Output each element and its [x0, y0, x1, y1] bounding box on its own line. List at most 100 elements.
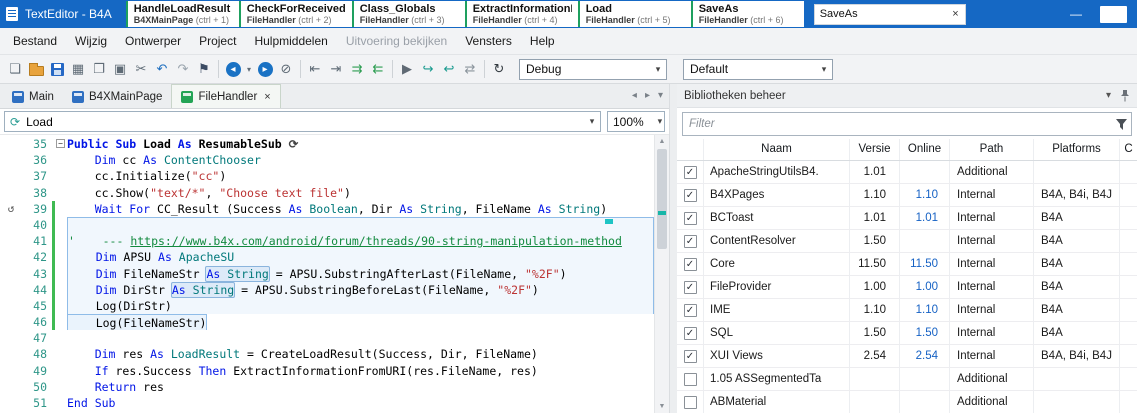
column-header-online[interactable]: Online [899, 139, 949, 160]
column-header-platforms[interactable]: Platforms [1033, 139, 1119, 160]
code-line[interactable]: 42 Dim APSU As ApacheSU [0, 249, 654, 266]
clear-bookmarks-button[interactable]: ⊘ [276, 59, 296, 79]
library-online-version[interactable]: 1.00 [899, 276, 949, 298]
minimize-button[interactable]: — [1060, 7, 1092, 21]
copy-button[interactable]: ❐ [89, 59, 109, 79]
undo-button[interactable]: ↶ [152, 59, 172, 79]
outdent-button[interactable]: ⇤ [305, 59, 325, 79]
library-filter-input[interactable] [683, 118, 1116, 130]
library-online-version[interactable]: 1.10 [899, 299, 949, 321]
menu-item-ontwerper[interactable]: Ontwerper [116, 30, 190, 52]
bookmark-button[interactable]: ⚑ [194, 59, 214, 79]
code-line[interactable]: 44 Dim DirStr As String = APSU.Substring… [0, 281, 654, 298]
column-header-path[interactable]: Path [949, 139, 1033, 160]
menu-item-help[interactable]: Help [521, 30, 564, 52]
code-line[interactable]: 50 Return res [0, 379, 654, 395]
pin-icon[interactable] [1120, 89, 1130, 102]
close-tab-icon[interactable]: × [264, 91, 270, 103]
library-checkbox[interactable]: ✓ [683, 188, 697, 202]
column-header-naam[interactable]: Naam [703, 139, 849, 160]
navigate-back-button[interactable]: ◂ [223, 59, 243, 79]
library-checkbox[interactable] [683, 395, 697, 409]
maximize-button[interactable] [1100, 5, 1127, 23]
library-row[interactable]: ✓ XUI Views 2.54 2.54 Internal B4A, B4i, B4J [677, 345, 1137, 368]
column-header-versie[interactable]: Versie [849, 139, 899, 160]
code-line[interactable]: 35− Public Sub Load As ResumableSub ⟳ [0, 136, 654, 152]
doc-tab-b4xmainpage[interactable]: B4XMainPage [63, 86, 172, 108]
menu-item-uitvoering-bekijken[interactable]: Uitvoering bekijken [337, 30, 456, 52]
code-line[interactable]: 46 Log(FileNameStr) [0, 314, 654, 331]
column-header-c[interactable]: C [1119, 139, 1137, 160]
code-line[interactable]: 36 Dim cc As ContentChooser [0, 152, 654, 168]
library-online-version[interactable]: 1.01 [899, 207, 949, 229]
menu-item-vensters[interactable]: Vensters [456, 30, 521, 52]
quick-search-input[interactable] [814, 8, 947, 20]
library-row[interactable]: ✓ IME 1.10 1.10 Internal B4A [677, 299, 1137, 322]
step-over-button[interactable]: ↩ [439, 59, 459, 79]
redo-button[interactable]: ↷ [173, 59, 193, 79]
menu-item-wijzig[interactable]: Wijzig [66, 30, 116, 52]
code-line[interactable]: 47 [0, 330, 654, 346]
pane-splitter[interactable] [670, 84, 677, 413]
library-checkbox[interactable]: ✓ [683, 349, 697, 363]
library-checkbox[interactable]: ✓ [683, 280, 697, 294]
menu-item-project[interactable]: Project [190, 30, 245, 52]
library-checkbox[interactable]: ✓ [683, 165, 697, 179]
code-line[interactable]: 49 If res.Success Then ExtractInformatio… [0, 363, 654, 379]
run-button[interactable]: ▶ [397, 59, 417, 79]
code-line[interactable]: 37 cc.Initialize("cc") [0, 168, 654, 184]
library-row[interactable]: ABMaterial Additional [677, 391, 1137, 413]
code-line[interactable]: 40 [0, 216, 654, 234]
scrollbar-thumb[interactable] [657, 149, 667, 249]
code-line[interactable]: 43 Dim FileNameStr As String = APSU.Subs… [0, 265, 654, 282]
library-online-version[interactable]: 2.54 [899, 345, 949, 367]
code-line[interactable]: 48 Dim res As LoadResult = CreateLoadRes… [0, 346, 654, 362]
library-online-version[interactable]: 1.50 [899, 322, 949, 344]
panel-menu-chevron-icon[interactable]: ▾ [1106, 90, 1111, 101]
library-row[interactable]: ✓ ApacheStringUtilsB4. 1.01 Additional [677, 161, 1137, 184]
code-line[interactable]: 38 cc.Show("text/*", "Choose text file") [0, 185, 654, 201]
modules-button[interactable]: ▦ [68, 59, 88, 79]
menu-item-bestand[interactable]: Bestand [4, 30, 66, 52]
titlebar-tab-class-globals[interactable]: Class_Globals FileHandler (ctrl + 3) [351, 1, 465, 27]
code-line[interactable]: 41 ' --- https://www.b4x.com/android/foru… [0, 233, 654, 250]
resume-button[interactable]: ↪ [418, 59, 438, 79]
compare-button[interactable]: ⇄ [460, 59, 480, 79]
tab-list-menu-icon[interactable]: ▾ [658, 90, 663, 101]
scroll-up-icon[interactable]: ▲ [655, 135, 669, 148]
library-checkbox[interactable]: ✓ [683, 234, 697, 248]
editor-vertical-scrollbar[interactable]: ▲ ▼ [654, 135, 669, 413]
code-editor[interactable]: 35− Public Sub Load As ResumableSub ⟳ 36 D… [0, 135, 669, 413]
library-online-version[interactable]: 11.50 [899, 253, 949, 275]
titlebar-tab-load[interactable]: Load FileHandler (ctrl + 5) [577, 1, 691, 27]
library-online-version[interactable]: 1.10 [899, 184, 949, 206]
menu-item-hulpmiddelen[interactable]: Hulpmiddelen [245, 30, 336, 52]
comment-button[interactable]: ⇉ [347, 59, 367, 79]
member-navigator-combobox[interactable]: ⟳ Load ▾ [4, 111, 601, 132]
navigate-forward-button[interactable]: ▸ [255, 59, 275, 79]
library-checkbox[interactable]: ✓ [683, 257, 697, 271]
titlebar-tab-saveas[interactable]: SaveAs FileHandler (ctrl + 6) [690, 1, 804, 27]
save-button[interactable] [47, 59, 67, 79]
doc-tab-filehandler[interactable]: FileHandler × [171, 84, 281, 108]
library-checkbox[interactable]: ✓ [683, 303, 697, 317]
zoom-combobox[interactable]: 100% ▾ [607, 111, 665, 132]
indent-button[interactable]: ⇥ [326, 59, 346, 79]
navigate-back-menu[interactable]: ▾ [244, 59, 254, 79]
doc-tab-main[interactable]: Main [3, 86, 63, 108]
code-line[interactable]: ↺ 39 Wait For CC_Result (Success As Boole… [0, 200, 654, 217]
uncomment-button[interactable]: ⇇ [368, 59, 388, 79]
library-checkbox[interactable]: ✓ [683, 211, 697, 225]
code-line[interactable]: 51 End Sub [0, 395, 654, 411]
debug-mode-combobox[interactable]: Debug ▾ [519, 58, 667, 80]
library-row[interactable]: ✓ BCToast 1.01 1.01 Internal B4A [677, 207, 1137, 230]
titlebar-tab-checkforreceivedfiles[interactable]: CheckForReceivedFilesFileHandler (ctrl +… [238, 1, 352, 27]
scroll-tabs-right-icon[interactable]: ▸ [645, 90, 650, 101]
restart-button[interactable]: ↻ [489, 59, 509, 79]
library-checkbox[interactable]: ✓ [683, 326, 697, 340]
clear-search-icon[interactable]: × [946, 8, 964, 20]
library-checkbox[interactable] [683, 372, 697, 386]
code-line[interactable]: 45 Log(DirStr) [0, 297, 654, 315]
fold-marker-icon[interactable]: − [56, 139, 65, 148]
library-row[interactable]: ✓ B4XPages 1.10 1.10 Internal B4A, B4i, B4J [677, 184, 1137, 207]
